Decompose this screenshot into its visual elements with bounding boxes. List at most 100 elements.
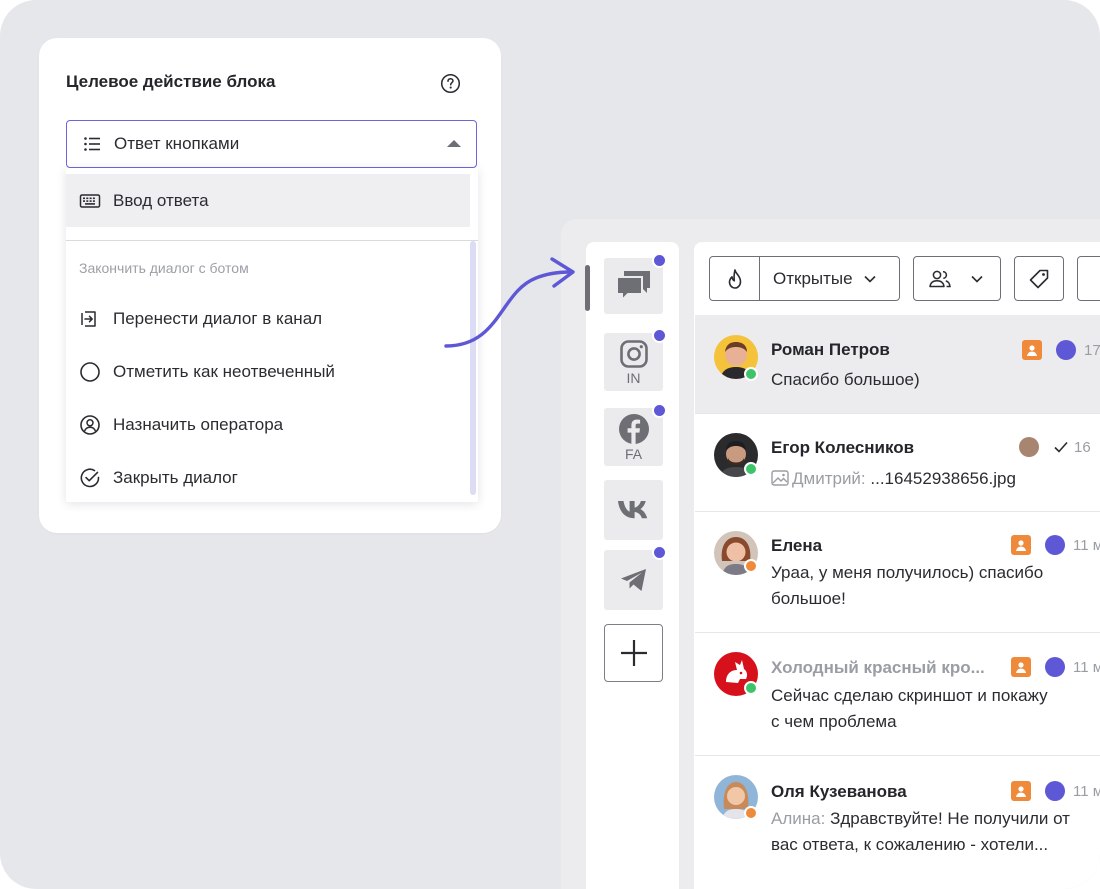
channel-label: FA — [624, 445, 643, 462]
online-status — [744, 462, 758, 476]
contact-name: Егор Колесников — [771, 438, 915, 457]
last-message: Сейчас сделаю скриншот и покажу с чем пр… — [771, 683, 1048, 735]
conversation-meta: 11 м — [1011, 781, 1100, 801]
selected-action-text: Ответ кнопками — [114, 134, 240, 153]
dropdown-item-label: Закрыть диалог — [113, 467, 238, 487]
contact-card-icon — [1022, 340, 1042, 360]
offline-status — [744, 806, 758, 820]
message-line: с чем проблема — [771, 712, 897, 731]
conversation-meta: 11 м — [1011, 657, 1100, 677]
dropdown-section-title: Закончить диалог с ботом — [79, 260, 249, 276]
check-icon — [1054, 441, 1068, 453]
dropdown-item-assign-operator[interactable]: Назначить оператора — [66, 398, 470, 451]
unread-dot — [652, 403, 667, 418]
add-channel-button[interactable] — [604, 624, 663, 682]
conversation-meta: 17 — [1022, 340, 1100, 360]
dropdown-item-mark-unanswered[interactable]: Отметить как неотвеченный — [66, 345, 470, 398]
users-icon — [929, 270, 951, 287]
message-author: Дмитрий: — [792, 469, 866, 488]
channel-facebook[interactable]: FA — [604, 403, 667, 466]
last-message: Спасибо большое) — [771, 370, 920, 389]
more-filter-button[interactable] — [1077, 256, 1100, 301]
contact-name: Роман Петров — [771, 340, 890, 359]
operator-badge — [1045, 657, 1065, 677]
canvas-background: Целевое действие блока Ответ кнопками Вв… — [0, 0, 1100, 889]
flow-arrow-icon — [444, 257, 575, 348]
status-filter-button[interactable]: Открытые — [709, 256, 900, 301]
message-line: Здравствуйте! Не получили от — [830, 809, 1070, 828]
instagram-icon — [619, 339, 648, 368]
channel-vk[interactable] — [604, 480, 663, 540]
operator-badge — [1056, 340, 1076, 360]
contact-card-icon — [1011, 781, 1031, 801]
dropdown-divider — [66, 240, 478, 241]
vk-icon — [617, 501, 647, 519]
operator-badge — [1045, 535, 1065, 555]
message-author: Алина: — [771, 809, 826, 828]
status-filter-label: Открытые — [773, 268, 853, 288]
chevron-down-icon — [864, 275, 876, 283]
channel-instagram[interactable]: IN — [604, 328, 667, 391]
action-select[interactable]: Ответ кнопками — [66, 120, 477, 168]
facebook-icon — [618, 413, 649, 444]
message-line: Сейчас сделаю скриншот и покажу — [771, 686, 1048, 705]
unread-dot — [652, 545, 667, 560]
tags-filter-button[interactable] — [1014, 256, 1064, 301]
message-line: Ураа, у меня получилось) спасибо — [771, 563, 1044, 582]
last-message: Ураа, у меня получилось) спасибо большое… — [771, 560, 1043, 612]
contact-name: Холодный красный кро... — [771, 658, 985, 677]
channel-chats[interactable] — [604, 253, 667, 314]
tag-icon — [1029, 269, 1049, 288]
block-action-title: Целевое действие блока — [66, 72, 276, 91]
last-message: Алина: Здравствуйте! Не получили от вас … — [771, 806, 1070, 858]
fire-icon — [728, 268, 741, 289]
conversation-row[interactable]: Егор Колесников Дмитрий: ...16452938656.… — [695, 414, 1100, 512]
message-time: 11 м — [1073, 536, 1100, 554]
dropdown-item-label: Назначить оператора — [113, 414, 284, 434]
contact-card-icon — [1011, 657, 1031, 677]
conversation-meta: 11 м — [1011, 535, 1100, 555]
chat-bubbles-icon — [615, 271, 650, 303]
help-icon[interactable] — [440, 73, 461, 94]
keyboard-icon — [79, 193, 101, 208]
conversation-row[interactable]: Холодный красный кро... Сейчас сделаю ск… — [695, 633, 1100, 756]
plus-icon — [620, 640, 647, 666]
dropdown-item-input-answer[interactable]: Ввод ответа — [66, 174, 470, 227]
image-icon — [771, 470, 789, 486]
telegram-icon — [620, 569, 646, 591]
list-icon — [84, 137, 100, 151]
dropdown-item-label: Отметить как неотвеченный — [113, 361, 335, 381]
dropdown-item-transfer[interactable]: Перенести диалог в канал — [66, 292, 470, 345]
caret-up-icon[interactable] — [447, 140, 461, 147]
operator-badge — [1045, 781, 1065, 801]
message-time: 17 — [1084, 341, 1100, 359]
message-text: ...16452938656.jpg — [870, 469, 1016, 488]
user-circle-icon — [80, 414, 100, 435]
conversation-row[interactable]: Роман Петров Спасибо большое) 17 — [695, 315, 1100, 414]
channel-label: IN — [626, 369, 641, 386]
conversation-row[interactable]: Оля Кузеванова Алина: Здравствуйте! Не п… — [695, 756, 1100, 881]
online-status — [744, 681, 758, 695]
offline-status — [744, 559, 758, 573]
message-time: 11 м — [1073, 782, 1100, 800]
chevron-down-icon — [971, 275, 983, 283]
message-line: вас ответа, к сожалению - хотели... — [771, 835, 1049, 854]
hot-filter-toggle[interactable] — [710, 257, 760, 300]
dropdown-item-label: Ввод ответа — [113, 190, 209, 210]
operators-filter-button[interactable] — [913, 256, 1001, 301]
channel-telegram[interactable] — [604, 545, 667, 610]
unread-dot — [652, 328, 667, 343]
contact-name: Оля Кузеванова — [771, 782, 907, 801]
transfer-icon — [81, 310, 96, 327]
message-time: 16 — [1074, 438, 1091, 456]
message-time: 11 м — [1073, 658, 1100, 676]
unread-dot — [652, 253, 667, 268]
conversation-row[interactable]: Елена Ураа, у меня получилось) спасибо б… — [695, 512, 1100, 633]
check-circle-icon — [80, 467, 100, 487]
operator-avatar — [1019, 437, 1039, 457]
message-line: большое! — [771, 589, 846, 608]
dropdown-item-close-dialog[interactable]: Закрыть диалог — [66, 451, 470, 504]
conversation-meta: 16 — [1019, 437, 1091, 457]
contact-name: Елена — [771, 536, 823, 555]
action-dropdown: Ввод ответа Закончить диалог с ботом Пер… — [66, 168, 478, 502]
